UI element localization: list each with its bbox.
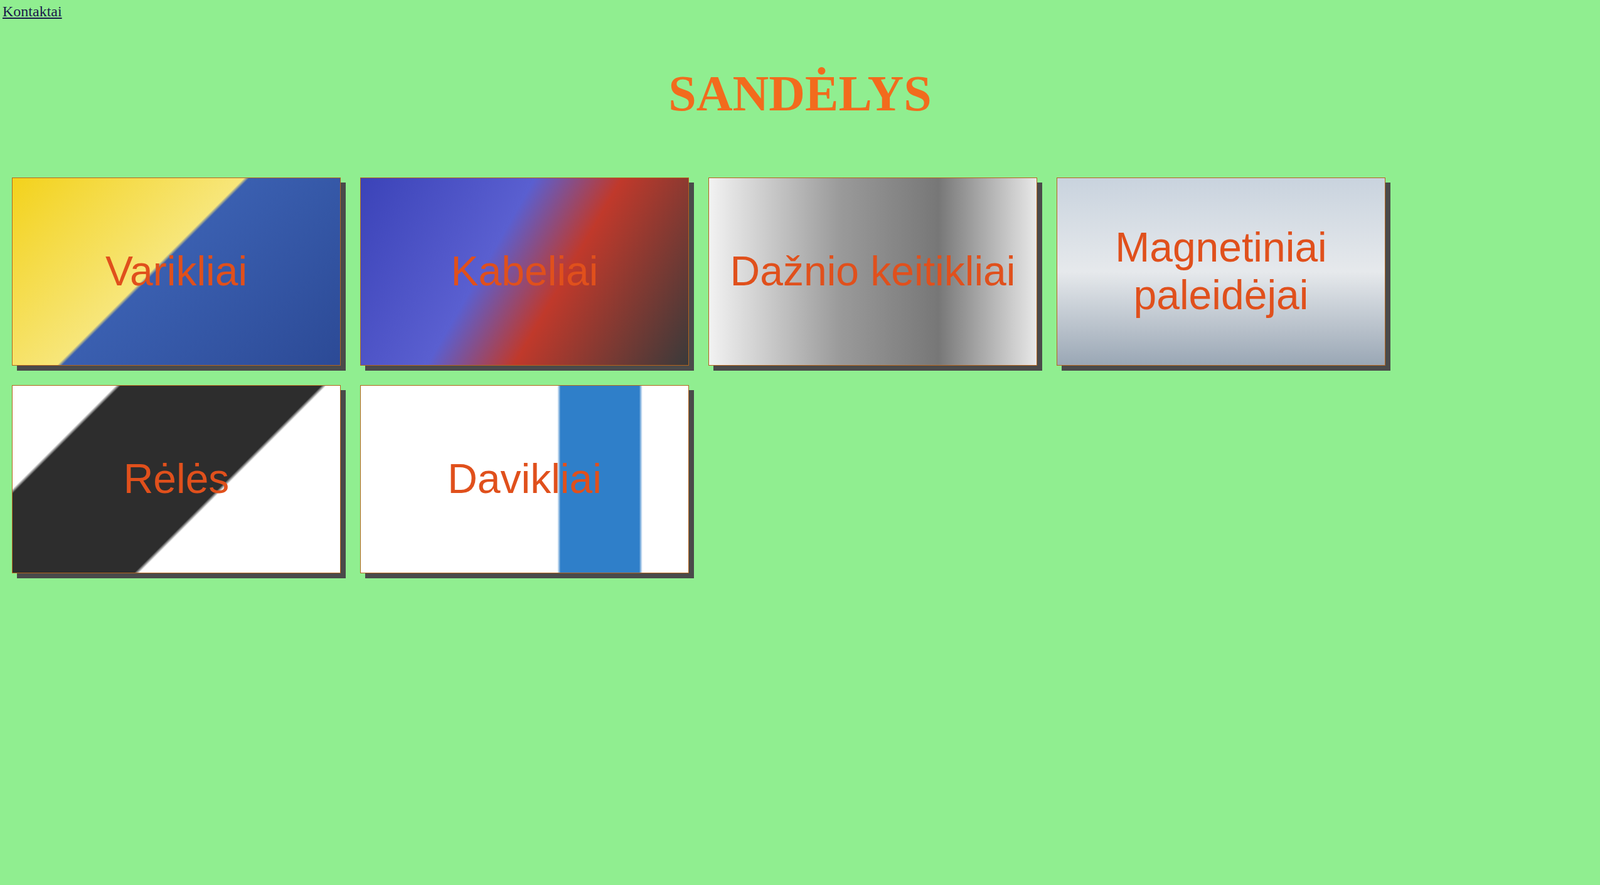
category-card[interactable]: Davikliai [360, 385, 689, 574]
category-card[interactable]: Dažnio keitikliai [708, 177, 1038, 366]
category-card[interactable]: Magnetiniai paleidėjai [1056, 177, 1386, 366]
category-label: Kabeliai [451, 247, 599, 296]
page-title: SANDĖLYS [0, 68, 1600, 119]
category-label: Varikliai [105, 247, 248, 296]
contacts-link[interactable]: Kontaktai [0, 0, 63, 21]
category-grid: Varikliai Kabeliai Dažnio keitikliai Magnet… [0, 177, 1600, 574]
category-label: Magnetiniai paleidėjai [1067, 224, 1375, 320]
category-card[interactable]: Kabeliai [360, 177, 689, 366]
category-card[interactable]: Rėlės [11, 385, 341, 574]
page: Kontaktai SANDĖLYS Varikliai Kabeliai Dažnio… [0, 0, 1600, 885]
category-label: Dažnio keitikliai [730, 247, 1016, 296]
category-card[interactable]: Varikliai [11, 177, 341, 366]
category-label: Davikliai [447, 455, 602, 504]
category-label: Rėlės [123, 455, 230, 504]
